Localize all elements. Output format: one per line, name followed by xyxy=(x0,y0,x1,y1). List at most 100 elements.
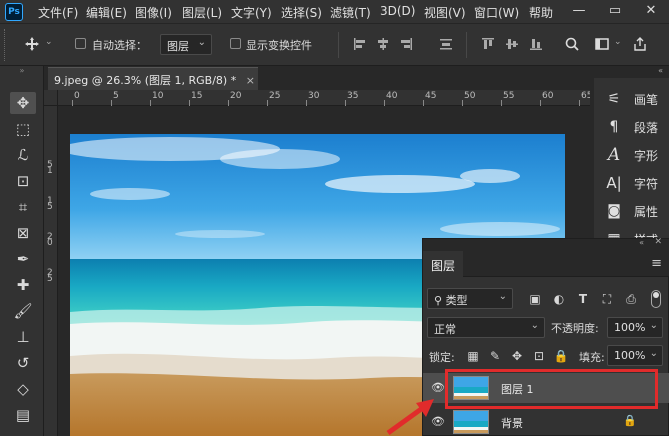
ruler-label: 0 xyxy=(74,91,80,101)
distribute-vertical-icon[interactable] xyxy=(438,36,454,52)
align-right-icon[interactable] xyxy=(398,36,414,52)
filter-type-icon[interactable]: T xyxy=(575,291,591,307)
opacity-value: 100% xyxy=(614,321,646,334)
healing-brush-tool-icon[interactable]: ✚ xyxy=(10,274,36,296)
panel-label: 属性 xyxy=(634,205,659,219)
chevron-down-icon: ⌄ xyxy=(649,320,658,331)
show-transform-label: 显示变换控件 xyxy=(246,39,312,52)
menu-window[interactable]: 窗口(W) xyxy=(474,4,519,21)
align-top-icon[interactable] xyxy=(480,36,496,52)
panel-collapse-icon[interactable]: « xyxy=(639,238,644,247)
history-brush-tool-icon[interactable]: ↺ xyxy=(10,352,36,374)
ruler-label: 35 xyxy=(347,91,359,101)
filter-pixel-icon[interactable]: ▣ xyxy=(527,291,543,307)
fill-value: 100% xyxy=(614,349,646,362)
menu-filter[interactable]: 滤镜(T) xyxy=(330,4,371,21)
ruler-label: 1 xyxy=(47,166,53,176)
minimize-icon[interactable]: — xyxy=(561,0,597,24)
eraser-tool-icon[interactable]: ◇ xyxy=(10,378,36,400)
search-icon[interactable] xyxy=(564,36,580,52)
menu-file[interactable]: 文件(F) xyxy=(38,4,78,21)
ruler-label: 5 xyxy=(47,274,53,284)
auto-select-checkbox[interactable] xyxy=(75,38,86,49)
document-tab-title: 9.jpeg @ 26.3% (图层 1, RGB/8) * xyxy=(54,74,237,87)
auto-select-dropdown[interactable]: 图层 ⌄ xyxy=(160,34,212,55)
align-bottom-icon[interactable] xyxy=(528,36,544,52)
move-tool-icon[interactable]: ✥ xyxy=(10,92,36,114)
collapse-arrows-icon[interactable]: » xyxy=(6,66,38,76)
panel-close-icon[interactable]: ✕ xyxy=(654,237,662,247)
close-window-icon[interactable]: ✕ xyxy=(633,0,669,24)
frame-tool-icon[interactable]: ⊠ xyxy=(10,222,36,244)
brush-tool-icon[interactable]: 🖌 xyxy=(10,300,36,322)
lock-image-icon[interactable]: ✎ xyxy=(487,348,503,364)
visibility-eye-icon[interactable]: 👁 xyxy=(431,381,445,395)
menu-3d[interactable]: 3D(D) xyxy=(380,4,415,18)
menu-edit[interactable]: 编辑(E) xyxy=(86,4,127,21)
show-transform-checkbox[interactable] xyxy=(230,38,241,49)
panel-character[interactable]: A| 字符 xyxy=(600,170,666,196)
workspace-icon[interactable] xyxy=(594,36,610,52)
filter-shape-icon[interactable]: ⛶ xyxy=(599,291,615,307)
lock-all-icon[interactable]: 🔒 xyxy=(553,348,569,364)
filter-toggle[interactable] xyxy=(651,290,661,308)
crop-tool-icon[interactable]: ⌗ xyxy=(10,196,36,218)
lock-transparent-icon[interactable]: ▦ xyxy=(465,348,481,364)
lasso-tool-icon[interactable]: ℒ xyxy=(10,144,36,166)
gradient-tool-icon[interactable]: ▤ xyxy=(10,404,36,426)
lock-artboard-icon[interactable]: ⊡ xyxy=(531,348,547,364)
panel-properties[interactable]: ◙ 属性 xyxy=(600,198,666,224)
panel-menu-icon[interactable]: ≡ xyxy=(651,256,662,271)
lock-position-icon[interactable]: ✥ xyxy=(509,348,525,364)
filter-smart-object-icon[interactable]: ⎙ xyxy=(623,291,639,307)
quick-select-tool-icon[interactable]: ⊡ xyxy=(10,170,36,192)
styles-icon: ▦ xyxy=(604,229,624,238)
ruler-label: 15 xyxy=(191,91,203,101)
fill-input[interactable]: 100% ⌄ xyxy=(607,345,663,366)
menu-type[interactable]: 文字(Y) xyxy=(231,4,272,21)
panel-paragraph[interactable]: ¶ 段落 xyxy=(600,114,666,140)
tool-preset-chevron-icon[interactable]: ⌄ xyxy=(45,37,53,47)
dock-collapse-icon[interactable]: « xyxy=(594,66,669,78)
clone-stamp-tool-icon[interactable]: ⊥ xyxy=(10,326,36,348)
ruler-label: 10 xyxy=(152,91,164,101)
document-tab[interactable]: 9.jpeg @ 26.3% (图层 1, RGB/8) * × xyxy=(48,67,258,90)
align-horizontal-center-icon[interactable] xyxy=(375,36,391,52)
highlight-box xyxy=(445,369,658,409)
align-left-icon[interactable] xyxy=(352,36,368,52)
tab-close-icon[interactable]: × xyxy=(246,74,255,87)
opacity-input[interactable]: 100% ⌄ xyxy=(607,317,663,338)
ruler-label: 40 xyxy=(386,91,398,101)
workspace-chevron-icon[interactable]: ⌄ xyxy=(614,37,622,47)
panel-brush-settings[interactable]: ⚟ 画笔 xyxy=(600,86,666,112)
ruler-label: 30 xyxy=(308,91,320,101)
filter-adjustment-icon[interactable]: ◐ xyxy=(551,291,567,307)
ruler-label: 20 xyxy=(230,91,242,101)
options-bar: ⌄ 自动选择： 图层 ⌄ 显示变换控件 ⌄ xyxy=(0,24,669,66)
auto-select-label: 自动选择： xyxy=(92,39,147,52)
maximize-icon[interactable]: ▭ xyxy=(597,0,633,24)
menu-image[interactable]: 图像(I) xyxy=(135,4,172,21)
ruler-corner xyxy=(44,90,58,106)
menu-layer[interactable]: 图层(L) xyxy=(182,4,222,21)
ruler-label: 45 xyxy=(425,91,437,101)
move-tool-icon[interactable] xyxy=(24,36,40,52)
menu-select[interactable]: 选择(S) xyxy=(281,4,322,21)
layer-thumbnail xyxy=(453,410,489,434)
vertical-ruler: 51152025 xyxy=(44,106,58,436)
tab-layers[interactable]: 图层 xyxy=(423,251,463,277)
menu-help[interactable]: 帮助 xyxy=(529,4,553,21)
blend-mode-dropdown[interactable]: 正常 ⌄ xyxy=(427,317,545,338)
layer-row-background[interactable]: 👁 背景 🔒 xyxy=(423,407,669,436)
marquee-tool-icon[interactable]: ⬚ xyxy=(10,118,36,140)
panel-label: 字形 xyxy=(634,149,659,163)
layer-name: 背景 xyxy=(501,417,523,430)
share-icon[interactable] xyxy=(632,36,648,52)
align-vertical-center-icon[interactable] xyxy=(504,36,520,52)
eyedropper-tool-icon[interactable]: ✒ xyxy=(10,248,36,270)
panel-glyphs[interactable]: A 字形 xyxy=(600,142,666,168)
panel-label: 画笔 xyxy=(634,93,659,107)
layer-filter-dropdown[interactable]: ⚲ 类型 ⌄ xyxy=(427,288,513,309)
menu-view[interactable]: 视图(V) xyxy=(424,4,466,21)
filter-kind-value: 类型 xyxy=(445,294,468,307)
